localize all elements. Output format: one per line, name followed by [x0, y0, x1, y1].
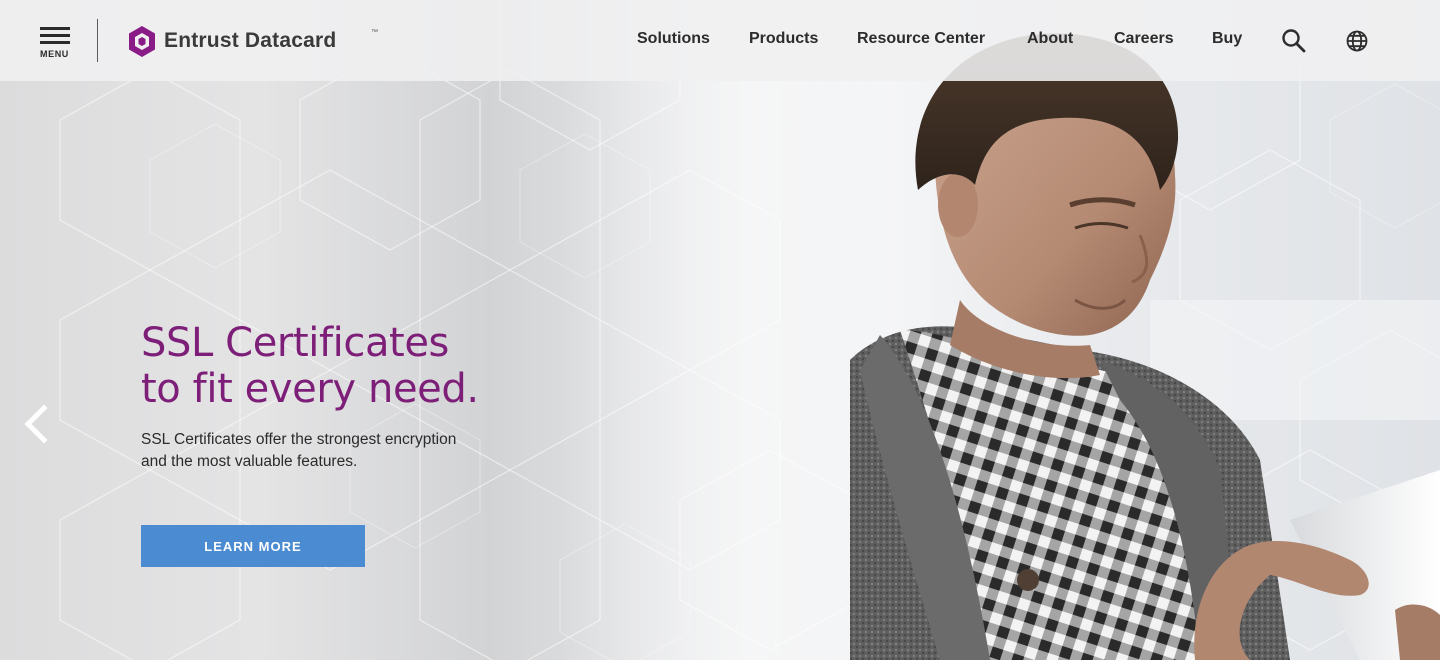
nav-item-careers[interactable]: Careers: [1114, 30, 1174, 48]
hero-headline-line-1: SSL Certificates: [141, 320, 449, 366]
nav-item-about[interactable]: About: [1027, 30, 1073, 48]
nav-item-resource-center[interactable]: Resource Center: [857, 30, 985, 48]
site-header: MENU Entrust Datacard ™ Solutions Produc…: [0, 0, 1440, 81]
main-nav: Solutions Products Resource Center About…: [0, 30, 1440, 54]
hero-description-line-1: SSL Certificates offer the strongest enc…: [141, 431, 457, 448]
carousel-prev-button[interactable]: [22, 404, 52, 444]
nav-item-solutions[interactable]: Solutions: [637, 30, 710, 48]
chevron-left-icon: [24, 404, 48, 444]
hero-headline: SSL Certificates to fit every need.: [141, 320, 601, 412]
language-button[interactable]: [1345, 29, 1371, 55]
nav-item-buy[interactable]: Buy: [1212, 30, 1242, 48]
hero-description: SSL Certificates offer the strongest enc…: [141, 429, 521, 473]
nav-item-products[interactable]: Products: [749, 30, 818, 48]
hero-headline-line-2: to fit every need.: [141, 366, 479, 412]
search-icon: [1282, 29, 1306, 53]
globe-icon: [1346, 30, 1368, 52]
search-button[interactable]: [1281, 28, 1307, 54]
hero-description-line-2: and the most valuable features.: [141, 453, 358, 470]
learn-more-button[interactable]: LEARN MORE: [141, 525, 365, 567]
